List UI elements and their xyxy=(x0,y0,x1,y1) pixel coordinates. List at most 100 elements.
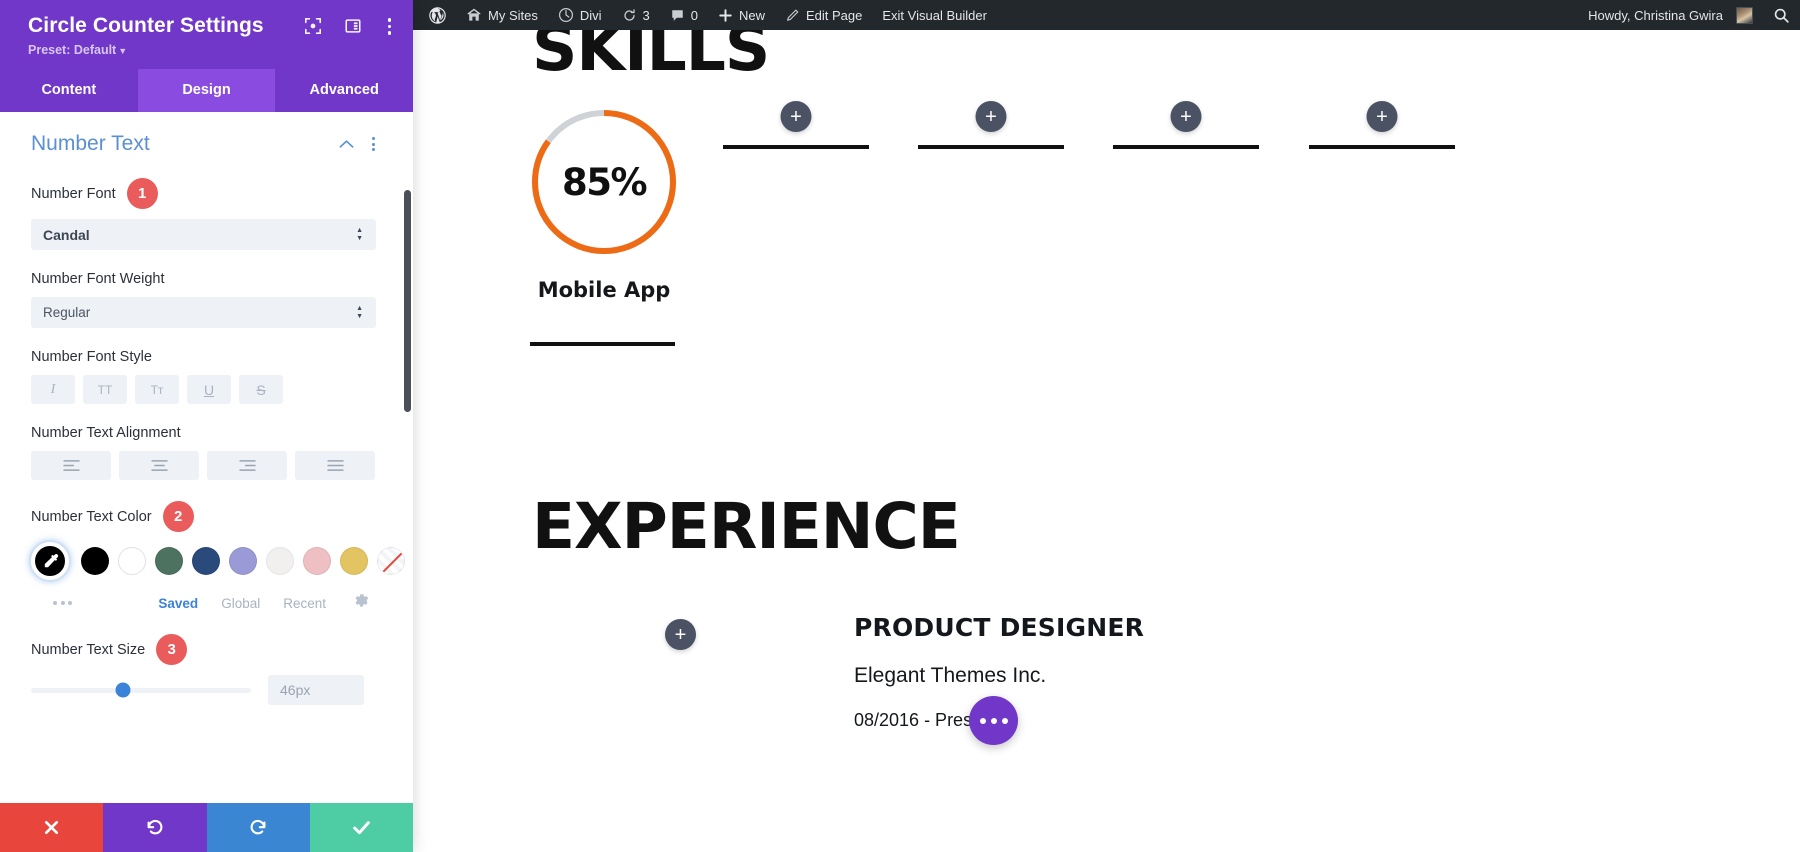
new-content-menu[interactable]: New xyxy=(708,0,775,30)
chevron-down-icon: ▼ xyxy=(118,46,128,57)
annotation-badge-3: 3 xyxy=(156,634,188,666)
more-options-icon[interactable] xyxy=(384,16,396,37)
swatch-none[interactable] xyxy=(377,547,405,576)
search-icon xyxy=(1773,7,1790,24)
exit-visual-builder-link[interactable]: Exit Visual Builder xyxy=(872,0,997,30)
kebab-dot xyxy=(387,18,391,22)
number-font-style-label: Number Font Style xyxy=(31,349,152,366)
panel-body: Number Text Number Font 1 Candal ▲ ▼ Num… xyxy=(0,112,413,803)
redo-button[interactable] xyxy=(206,803,310,852)
color-tab-saved[interactable]: Saved xyxy=(158,596,198,611)
swatch-sage-green[interactable] xyxy=(155,547,183,576)
italic-icon[interactable]: I xyxy=(31,375,75,405)
edit-page-label: Edit Page xyxy=(806,7,863,23)
kebab-dot xyxy=(372,142,375,146)
my-sites-menu[interactable]: My Sites xyxy=(456,0,548,30)
color-tab-recent[interactable]: Recent xyxy=(283,596,326,611)
wordpress-icon xyxy=(429,6,446,24)
uppercase-icon[interactable]: TT xyxy=(83,375,127,405)
eyedropper-icon[interactable] xyxy=(31,542,69,581)
align-right-icon[interactable] xyxy=(207,451,287,481)
panel-header: Circle Counter Settings Preset: Default ▼ xyxy=(0,0,413,70)
color-source-tabs: Saved Global Recent xyxy=(158,593,369,613)
field-label: Number Font Weight xyxy=(31,271,377,287)
number-text-size-value[interactable]: 46px xyxy=(268,675,364,706)
add-module-button[interactable]: + xyxy=(780,101,812,132)
visual-builder-screen: My Sites Divi 3 0 New Edit Page Exit Vis… xyxy=(0,0,1800,852)
updates-menu[interactable]: 3 xyxy=(612,0,660,30)
user-account-menu[interactable]: Howdy, Christina Gwira xyxy=(1578,0,1763,30)
check-icon xyxy=(351,817,372,838)
kebab-dot xyxy=(372,148,375,152)
swatch-periwinkle[interactable] xyxy=(229,547,257,576)
counter-divider xyxy=(530,342,675,346)
fab-dot xyxy=(1001,717,1008,724)
divi-menu[interactable]: Divi xyxy=(548,0,612,30)
strikethrough-icon[interactable]: S xyxy=(239,375,283,405)
number-text-size-slider-row: 46px xyxy=(31,675,377,706)
swatch-black[interactable] xyxy=(81,547,109,576)
avatar xyxy=(1736,6,1753,24)
alignment-button-group xyxy=(31,451,377,481)
focus-target-icon[interactable] xyxy=(304,17,322,35)
admin-search-button[interactable] xyxy=(1763,0,1800,30)
swatch-navy-blue[interactable] xyxy=(192,547,220,576)
circle-counter-module[interactable]: 85% Mobile App xyxy=(530,108,678,302)
skill-placeholder-2: + xyxy=(918,101,1064,149)
save-button[interactable] xyxy=(309,803,413,852)
skill-placeholder-4: + xyxy=(1309,101,1455,149)
swatch-gold[interactable] xyxy=(340,547,368,576)
add-module-button[interactable]: + xyxy=(975,101,1007,132)
color-swatch-row xyxy=(31,542,405,581)
number-font-weight-select[interactable]: Regular xyxy=(31,297,376,329)
annotation-badge-2: 2 xyxy=(162,501,194,533)
my-sites-label: My Sites xyxy=(488,7,538,23)
align-justify-icon[interactable] xyxy=(295,451,375,481)
color-tab-global[interactable]: Global xyxy=(221,596,260,611)
wordpress-admin-bar: My Sites Divi 3 0 New Edit Page Exit Vis… xyxy=(413,0,1800,30)
layout-panel-icon[interactable] xyxy=(344,17,362,35)
swatch-off-white[interactable] xyxy=(266,547,294,576)
panel-scrollbar[interactable] xyxy=(404,190,411,413)
add-module-button[interactable]: + xyxy=(1170,101,1202,132)
number-font-select[interactable]: Candal xyxy=(31,219,376,251)
updates-icon xyxy=(622,8,637,23)
undo-button[interactable] xyxy=(103,803,207,852)
tab-advanced[interactable]: Advanced xyxy=(275,69,414,113)
field-label: Number Font Style xyxy=(31,349,377,365)
chevron-up-icon[interactable] xyxy=(339,137,354,152)
field-label: Number Font 1 xyxy=(31,178,377,210)
field-label: Number Text Size 3 xyxy=(31,634,377,666)
more-options-icon[interactable] xyxy=(372,137,375,152)
swatch-pink[interactable] xyxy=(303,547,331,576)
wordpress-logo-menu[interactable] xyxy=(413,0,456,30)
add-module-button[interactable]: + xyxy=(1366,101,1398,132)
cancel-button[interactable] xyxy=(0,803,104,852)
edit-page-link[interactable]: Edit Page xyxy=(775,0,872,30)
swatch-white[interactable] xyxy=(118,547,146,576)
experience-company: Elegant Themes Inc. xyxy=(854,664,1047,687)
module-settings-panel: Circle Counter Settings Preset: Default ▼ xyxy=(0,0,414,852)
sites-icon xyxy=(466,7,482,23)
panel-preset[interactable]: Preset: Default ▼ xyxy=(28,43,395,57)
capitalize-icon[interactable]: Tᴛ xyxy=(135,375,179,405)
experience-add-module-wrap: + xyxy=(665,619,696,650)
tab-design[interactable]: Design xyxy=(137,69,276,113)
kebab-dot xyxy=(372,137,375,141)
comments-count: 0 xyxy=(690,7,698,23)
more-dots-icon[interactable] xyxy=(53,601,72,606)
align-center-icon[interactable] xyxy=(119,451,199,481)
page-settings-fab[interactable] xyxy=(969,696,1018,745)
kebab-dot xyxy=(387,24,391,28)
skill-divider xyxy=(723,145,869,149)
counter-value: 85% xyxy=(561,160,648,204)
page-canvas: SKILLS 85% Mobile App + + + + EXPERIENCE… xyxy=(413,30,1800,852)
underline-icon[interactable]: U xyxy=(187,375,231,405)
slider-handle[interactable] xyxy=(115,682,131,698)
number-text-size-slider[interactable] xyxy=(31,682,251,698)
comments-menu[interactable]: 0 xyxy=(660,0,708,30)
align-left-icon[interactable] xyxy=(31,451,111,481)
add-module-button[interactable]: + xyxy=(665,619,696,650)
gear-icon[interactable] xyxy=(354,593,369,613)
tab-content[interactable]: Content xyxy=(0,69,138,113)
